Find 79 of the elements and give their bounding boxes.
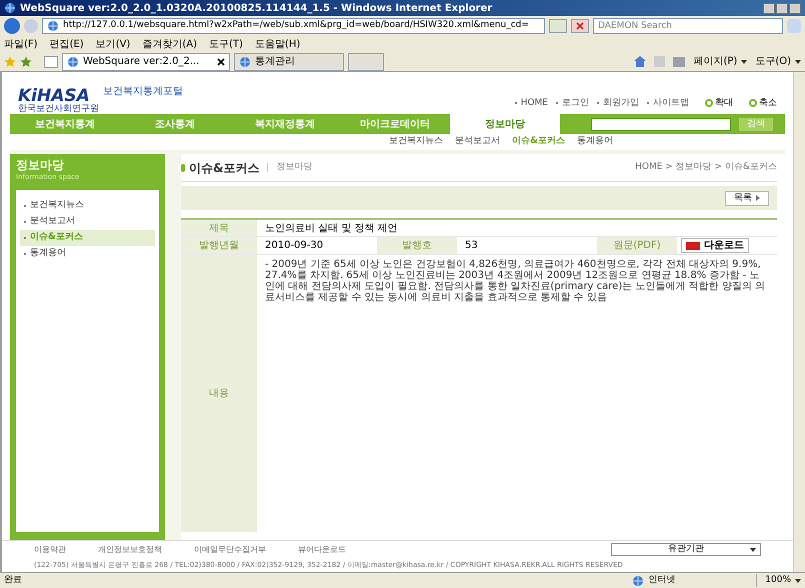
page-section: 정보마당: [267, 163, 312, 172]
content-text: - 2009년 기준 65세 이상 노인은 건강보험이 4,826천명, 의료급여가 460천명으로, 각각 전체 대상자의 9.9%, 27.4%를 차지함. 65세 이상 노인진료비는 2003년 4조원에서 2009년 12조원으로 연평균 18.8% 증가함 - 노인에 대해 전담의사제 도입이 필요함. 전담의사를 통한 일차진료(primary care)는 노인들에게 적합한 양질의 의료서비스를 제공할 수 있는 동시에 의료비 지출을 효과적으로 통제할 수 있음: [264, 258, 766, 305]
footer-link[interactable]: 뷰어다운로드: [298, 544, 346, 556]
top-link[interactable]: 회원가입: [597, 96, 639, 110]
footer-link[interactable]: 이용약관: [34, 544, 66, 556]
subnav-link[interactable]: 보건복지뉴스: [389, 135, 444, 149]
window-title: WebSquare ver:2.0_2.0_1.0320A.20100825.114144_1.5 - Windows Internet Explorer: [20, 2, 492, 16]
top-link[interactable]: HOME: [514, 96, 548, 110]
scrollbar[interactable]: [793, 72, 805, 572]
table-header-cell: 내용: [181, 255, 257, 532]
home-icon[interactable]: [634, 56, 646, 67]
chevron-icon: [756, 195, 760, 201]
menu-item[interactable]: 파일(F): [4, 36, 38, 52]
subnav-link[interactable]: 분석보고서: [455, 135, 500, 149]
caret-icon: [741, 60, 748, 64]
table-header-cell: 발행호: [377, 237, 457, 254]
sidebar-item[interactable]: 분석보고서: [20, 214, 155, 230]
menu-item[interactable]: 도구(T): [209, 36, 243, 52]
stop-button[interactable]: [571, 19, 589, 33]
sidebar-title: 정보마당: [16, 158, 65, 173]
table-cell-text: 2010-09-30: [264, 239, 324, 253]
browser-icon: [4, 2, 16, 14]
pdf-icon: [686, 242, 700, 250]
back-button[interactable]: [4, 18, 20, 34]
menu-item[interactable]: 도움말(H): [254, 36, 300, 52]
breadcrumb: HOME > 정보마당 > 이슈&포커스: [635, 160, 777, 174]
toolbar-menu[interactable]: 도구(O): [755, 54, 801, 69]
sidebar-item[interactable]: 통계용어: [20, 246, 155, 262]
toolbar-menu[interactable]: 페이지(P): [693, 54, 748, 69]
page-icon: [47, 20, 59, 32]
maximize-button[interactable]: [776, 2, 788, 14]
zoom-level[interactable]: 100%: [756, 574, 801, 588]
menu-item[interactable]: 보기(V): [96, 36, 130, 52]
globe-icon: [67, 56, 79, 68]
bullet-icon: [514, 102, 517, 104]
close-button[interactable]: [789, 2, 801, 14]
globe-icon: [632, 574, 644, 586]
new-tab-button[interactable]: [348, 52, 384, 70]
zoom-button[interactable]: 축소: [749, 96, 777, 110]
caret-icon: [750, 548, 756, 552]
close-icon[interactable]: [576, 22, 584, 30]
table-cell-text: 노인의료비 실태 및 정책 제언: [264, 222, 399, 236]
site-search-field[interactable]: [591, 118, 731, 130]
status-text: 완료: [4, 574, 22, 587]
nav-tab[interactable]: 정보마당: [450, 114, 560, 134]
zone-indicator: 인터넷: [632, 574, 752, 588]
site-logo[interactable]: KiHASA 한국보건사회연구원: [18, 88, 99, 114]
address-field[interactable]: http://127.0.0.1/websquare.html?w2xPath=/web/sub.xml&prg_id=web/board/HSIW320.xml&menu_cd=: [42, 18, 545, 34]
table-header-cell: 원문(PDF): [597, 237, 677, 254]
title-bullet-icon: [181, 164, 185, 172]
subnav-link[interactable]: 통계용어: [577, 135, 613, 149]
portal-title: 보건복지통계포털: [103, 85, 183, 99]
star-icon[interactable]: [4, 56, 16, 68]
close-tab-icon[interactable]: [217, 58, 225, 66]
related-select[interactable]: 유관기관: [611, 543, 761, 556]
page-title: 이슈&포커스: [189, 160, 260, 176]
top-link[interactable]: 로그인: [556, 96, 589, 110]
caret-icon: [795, 578, 801, 582]
refresh-button[interactable]: [549, 19, 567, 33]
globe-icon: [239, 56, 251, 68]
menu-item[interactable]: 즐겨찾기(A): [142, 36, 197, 52]
menu-item[interactable]: 편집(E): [50, 36, 84, 52]
sidebar-item[interactable]: 보건복지뉴스: [20, 198, 155, 214]
table-cell-text: 53: [464, 239, 479, 253]
download-button[interactable]: 다운로드: [681, 238, 749, 253]
table-header-cell: 발행년월: [181, 237, 257, 254]
footer-link[interactable]: 개인정보보호정책: [98, 544, 162, 556]
top-link[interactable]: 사이트맵: [647, 96, 689, 110]
zoom-button[interactable]: 확대: [705, 96, 733, 110]
table-header-cell: 제목: [181, 220, 257, 236]
search-field[interactable]: DAEMON Search: [593, 18, 783, 34]
tab-list-icon[interactable]: [44, 56, 58, 68]
footer-link[interactable]: 이메일무단수집거부: [194, 544, 266, 556]
minimize-button[interactable]: [763, 2, 775, 14]
star-icon[interactable]: [20, 56, 32, 68]
browser-tab[interactable]: 통계관리: [234, 52, 344, 70]
caret-icon: [795, 60, 801, 64]
list-button[interactable]: 목록: [725, 190, 769, 206]
browser-tab[interactable]: WebSquare ver:2.0_2...: [62, 52, 230, 70]
